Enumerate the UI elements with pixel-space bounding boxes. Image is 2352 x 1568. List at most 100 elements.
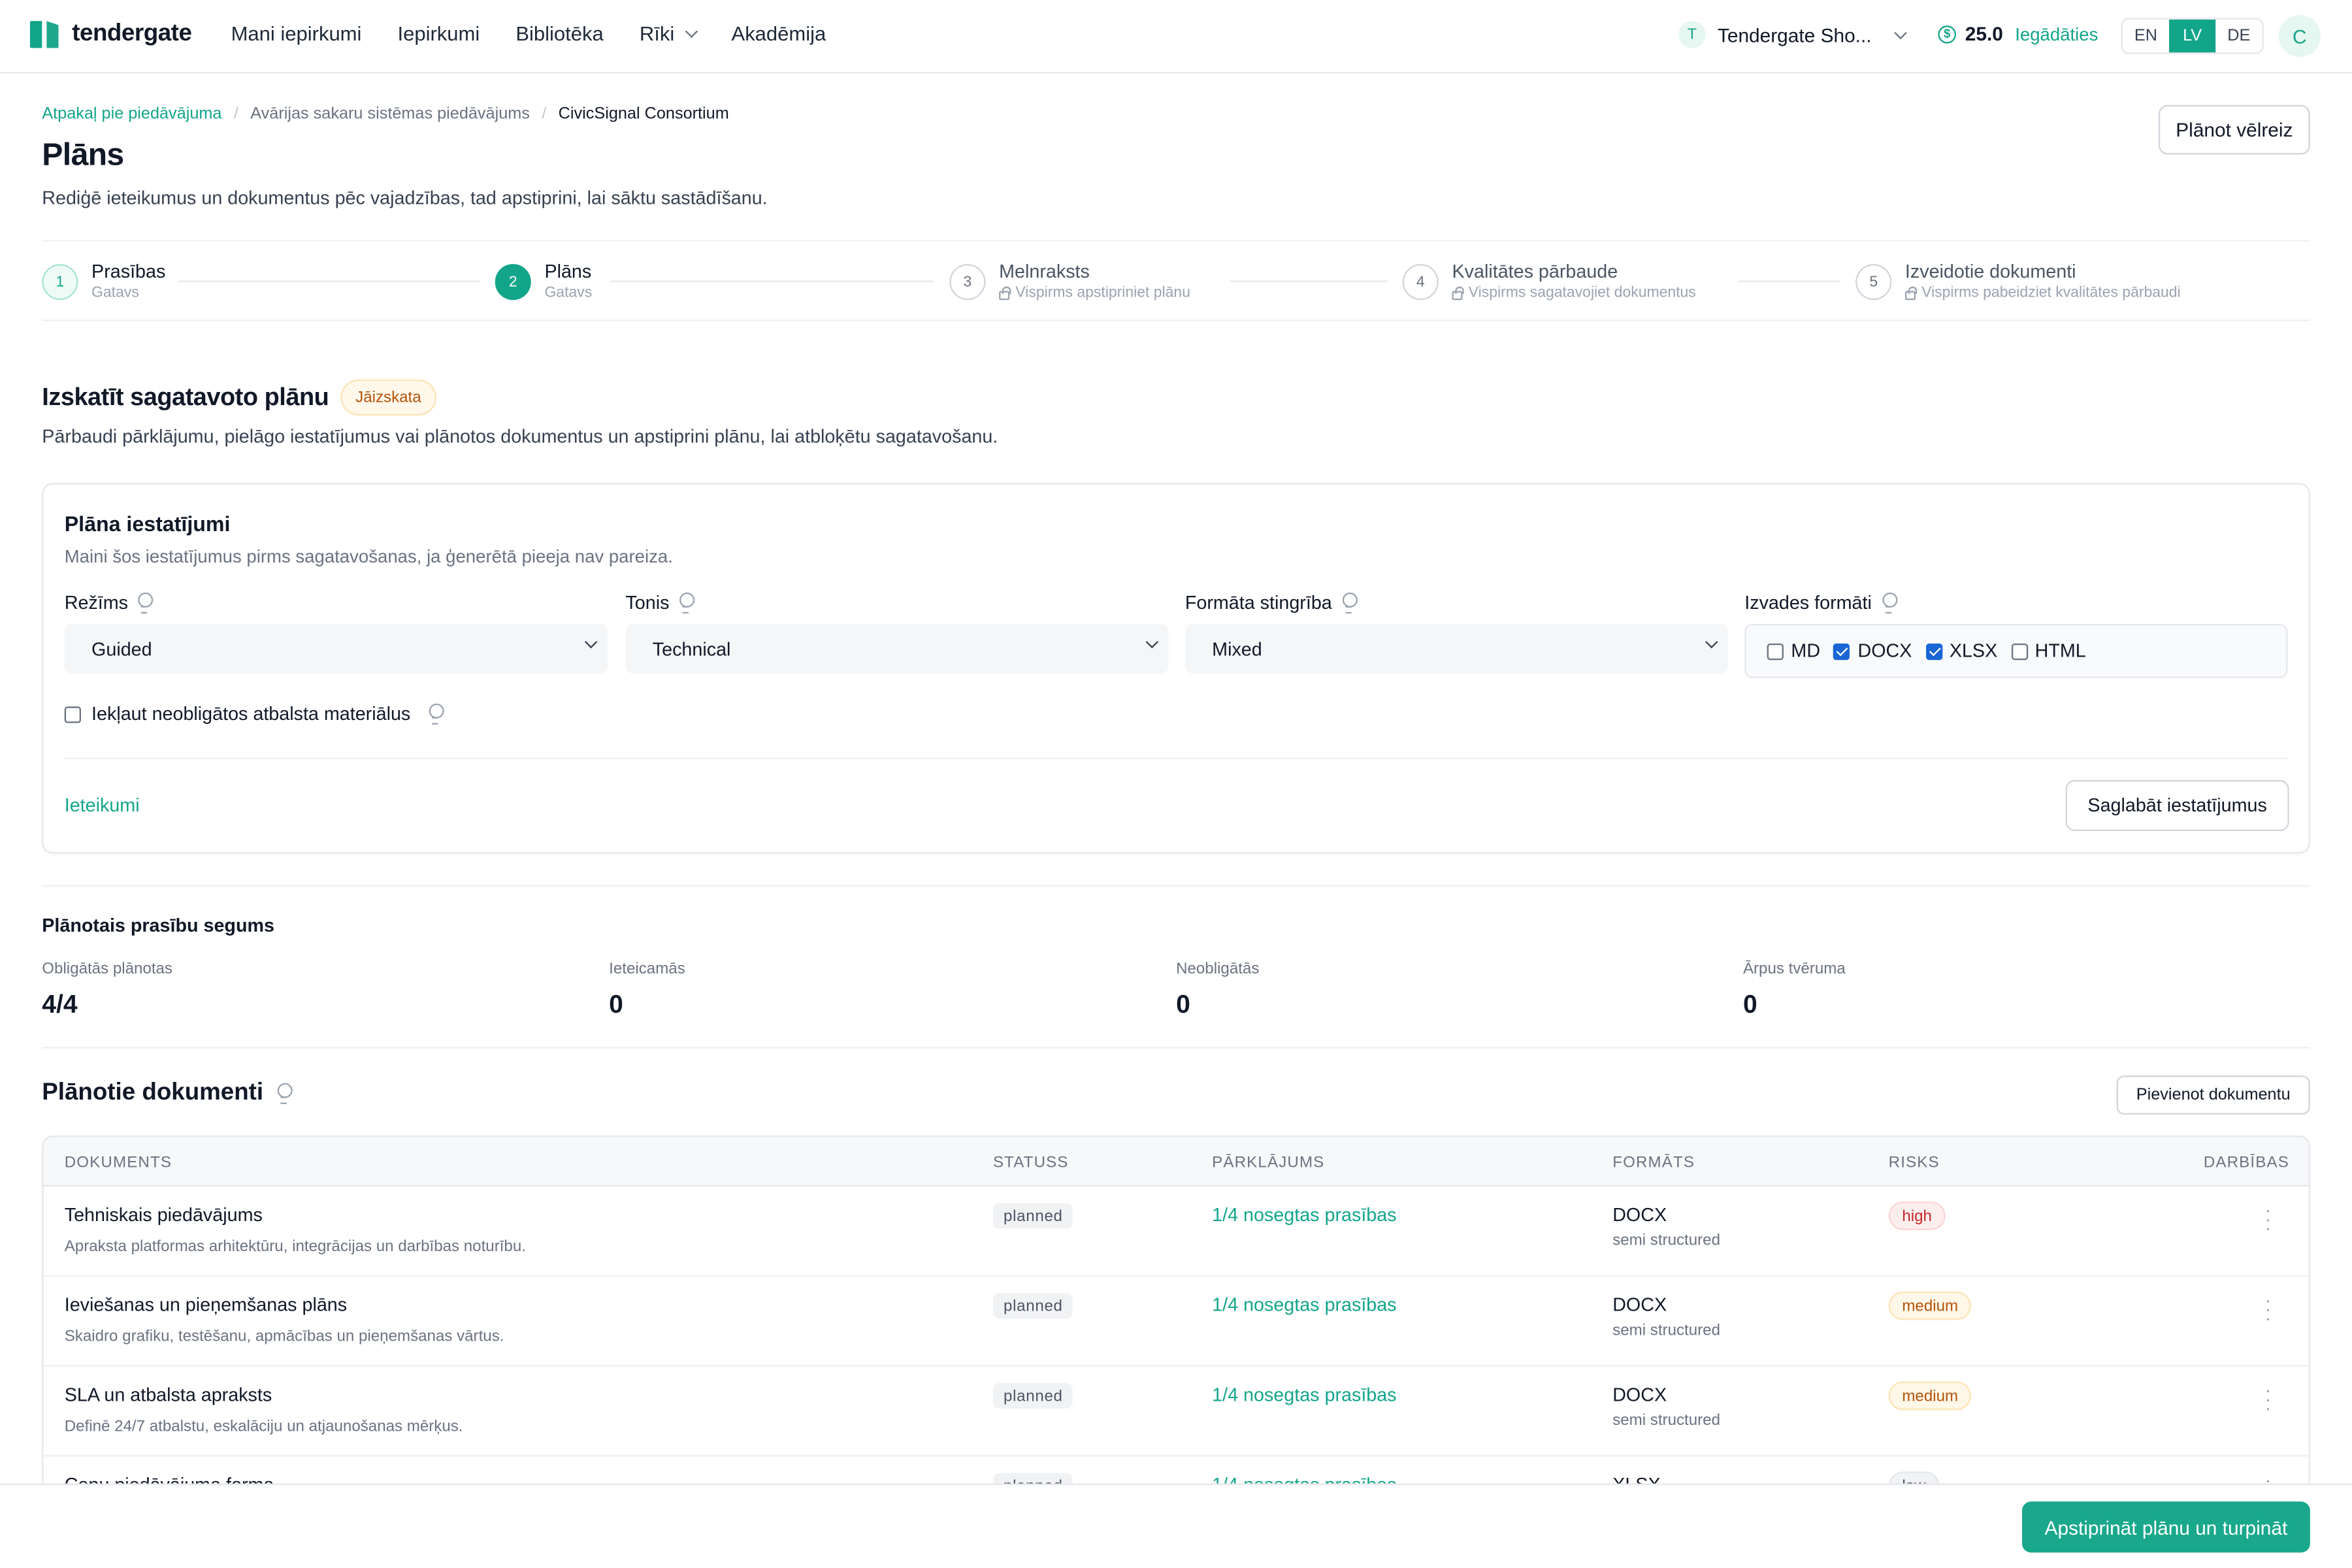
chevron-down-icon	[1145, 635, 1159, 649]
optional-materials-option[interactable]: Iekļaut neobligātos atbalsta materiālus	[64, 703, 444, 725]
document-description: Definē 24/7 atbalstu, eskalāciju un atja…	[64, 1417, 463, 1436]
lang-en[interactable]: EN	[2123, 20, 2169, 53]
format-label: XLSX	[1949, 640, 1998, 662]
plan-settings-card: Plāna iestatījumi Maini šos iestatījumus…	[42, 483, 2310, 854]
status-badge: planned	[992, 1203, 1073, 1229]
step-status: Gatavs	[91, 285, 139, 302]
lightbulb-icon[interactable]	[137, 592, 154, 614]
coverage-link[interactable]: 1/4 nosegtas prasības	[1212, 1294, 1396, 1315]
breadcrumb-separator: /	[542, 105, 547, 123]
sticky-footer: Apstiprināt plānu un turpināt	[0, 1483, 2352, 1568]
review-title: Izskatīt sagatavoto plānu	[42, 384, 329, 412]
step-status: Gatavs	[544, 285, 593, 302]
settings-subtitle: Maini šos iestatījumus pirms sagatavošan…	[64, 546, 673, 567]
breadcrumb-back-link[interactable]: Atpakaļ pie piedāvājuma	[42, 105, 221, 123]
nav-tenders[interactable]: Iepirkumi	[398, 22, 480, 44]
nav-library[interactable]: Bibliotēka	[515, 22, 603, 44]
step-label: Prasības	[91, 261, 166, 282]
more-actions-icon[interactable]: ···	[2261, 1200, 2276, 1237]
topup-link[interactable]: Iegādāties	[2015, 24, 2098, 44]
step-created-documents: 5 Izveidotie dokumenti Vispirms pabeidzi…	[1855, 261, 2181, 301]
document-name[interactable]: SLA un atbalsta apraksts	[65, 1384, 272, 1405]
lightbulb-icon[interactable]	[427, 703, 444, 725]
stat-label: Neobligātās	[1176, 960, 1260, 978]
more-actions-icon[interactable]: ···	[2261, 1380, 2276, 1417]
output-formats-label: Izvades formāti	[1744, 592, 1897, 614]
optional-materials-checkbox[interactable]	[64, 706, 81, 723]
column-header[interactable]: RISKS	[1889, 1154, 1940, 1172]
step-connector	[1230, 280, 1388, 282]
add-document-button[interactable]: Pievienot dokumentu	[2116, 1075, 2310, 1115]
format-option-docx[interactable]: DOCX	[1833, 640, 1912, 662]
lightbulb-icon[interactable]	[1341, 592, 1358, 614]
breadcrumb-parent[interactable]: Avārijas sakaru sistēmas piedāvājums	[250, 105, 530, 123]
coverage-link[interactable]: 1/4 nosegtas prasības	[1212, 1205, 1396, 1226]
more-actions-icon[interactable]: ···	[2261, 1290, 2276, 1328]
document-format-type: semi structured	[1612, 1411, 1721, 1430]
step-requirements[interactable]: 1 Prasības Gatavs	[42, 261, 166, 302]
step-status: Vispirms sagatavojiet dokumentus	[1452, 285, 1696, 301]
suggestions-link[interactable]: Ieteikumi	[65, 795, 140, 816]
column-header[interactable]: PĀRKLĀJUMS	[1212, 1154, 1324, 1172]
organization-switcher[interactable]: T Tendergate Sho...	[1678, 21, 1906, 48]
brand-logo[interactable]: tendergate	[29, 21, 192, 48]
lightbulb-icon[interactable]	[1881, 592, 1897, 614]
divider	[42, 1047, 2310, 1049]
docx-checkbox[interactable]	[1833, 642, 1851, 660]
table-row[interactable]: Tehniskais piedāvājums Apraksta platform…	[43, 1186, 2309, 1277]
settings-title: Plāna iestatījumi	[64, 511, 231, 536]
coverage-link[interactable]: 1/4 nosegtas prasības	[1212, 1384, 1396, 1405]
lang-de[interactable]: DE	[2215, 20, 2262, 53]
approve-plan-button[interactable]: Apstiprināt plānu un turpināt	[2022, 1501, 2310, 1553]
nav-academy[interactable]: Akadēmija	[732, 22, 826, 44]
xlsx-checkbox[interactable]	[1925, 642, 1942, 660]
user-avatar[interactable]: C	[2278, 14, 2321, 57]
language-switcher: EN LV DE	[2121, 18, 2264, 54]
tone-label: Tonis	[625, 592, 695, 614]
tendergate-logo-icon	[29, 21, 60, 48]
document-name[interactable]: Tehniskais piedāvājums	[65, 1205, 263, 1226]
stat-value: 0	[1176, 990, 1190, 1019]
status-badge: planned	[992, 1382, 1073, 1409]
nav-tools-label: Rīki	[639, 22, 675, 45]
mode-select[interactable]: Guided	[64, 624, 608, 674]
document-format-type: semi structured	[1612, 1232, 1721, 1250]
column-header[interactable]: FORMĀTS	[1612, 1154, 1695, 1172]
table-row[interactable]: Ieviešanas un pieņemšanas plāns Skaidro …	[43, 1277, 2309, 1367]
breadcrumb-current: CivicSignal Consortium	[558, 105, 729, 123]
table-row[interactable]: SLA un atbalsta apraksts Definē 24/7 atb…	[43, 1367, 2309, 1457]
divider	[42, 885, 2310, 887]
md-checkbox[interactable]	[1767, 642, 1784, 660]
step-connector	[1739, 280, 1841, 282]
credits-balance: $ 25.0 Iegādāties	[1938, 22, 2098, 45]
format-strictness-select[interactable]: Mixed	[1184, 624, 1728, 674]
step-label: Izveidotie dokumenti	[1904, 261, 2076, 282]
document-name[interactable]: Ieviešanas un pieņemšanas plāns	[65, 1294, 347, 1315]
html-checkbox[interactable]	[2010, 642, 2028, 660]
column-header[interactable]: STATUSS	[993, 1154, 1069, 1172]
plan-later-button[interactable]: Plānot vēlreiz	[2158, 105, 2310, 155]
format-option-xlsx[interactable]: XLSX	[1925, 640, 1998, 662]
step-status: Vispirms apstipriniet plānu	[999, 285, 1190, 301]
step-connector	[178, 280, 480, 282]
stat-value: 0	[609, 990, 623, 1019]
lightbulb-icon[interactable]	[275, 1083, 292, 1104]
nav-tools[interactable]: Rīki	[639, 22, 698, 45]
lightbulb-icon[interactable]	[678, 592, 695, 614]
chevron-down-icon	[1705, 635, 1718, 649]
page-title: Plāns	[42, 138, 124, 173]
format-option-md[interactable]: MD	[1767, 640, 1820, 662]
lang-lv[interactable]: LV	[2169, 19, 2216, 53]
review-status-badge: Jāizskata	[340, 379, 436, 416]
risk-badge: high	[1888, 1201, 1946, 1230]
lock-icon	[1904, 286, 1917, 300]
main-menu: Mani iepirkumi Iepirkumi Bibliotēka Rīki…	[231, 22, 826, 44]
step-status: Vispirms pabeidziet kvalitātes pārbaudi	[1904, 285, 2181, 301]
step-plan[interactable]: 2 Plāns Gatavs	[495, 261, 593, 302]
nav-my-tenders[interactable]: Mani iepirkumi	[231, 22, 362, 44]
column-header[interactable]: DOKUMENTS	[65, 1154, 172, 1172]
format-option-html[interactable]: HTML	[2010, 640, 2086, 662]
save-settings-button[interactable]: Saglabāt iestatījumus	[2065, 779, 2289, 831]
tone-select[interactable]: Technical	[625, 624, 1169, 674]
document-description: Skaidro grafiku, testēšanu, apmācības un…	[64, 1327, 504, 1346]
